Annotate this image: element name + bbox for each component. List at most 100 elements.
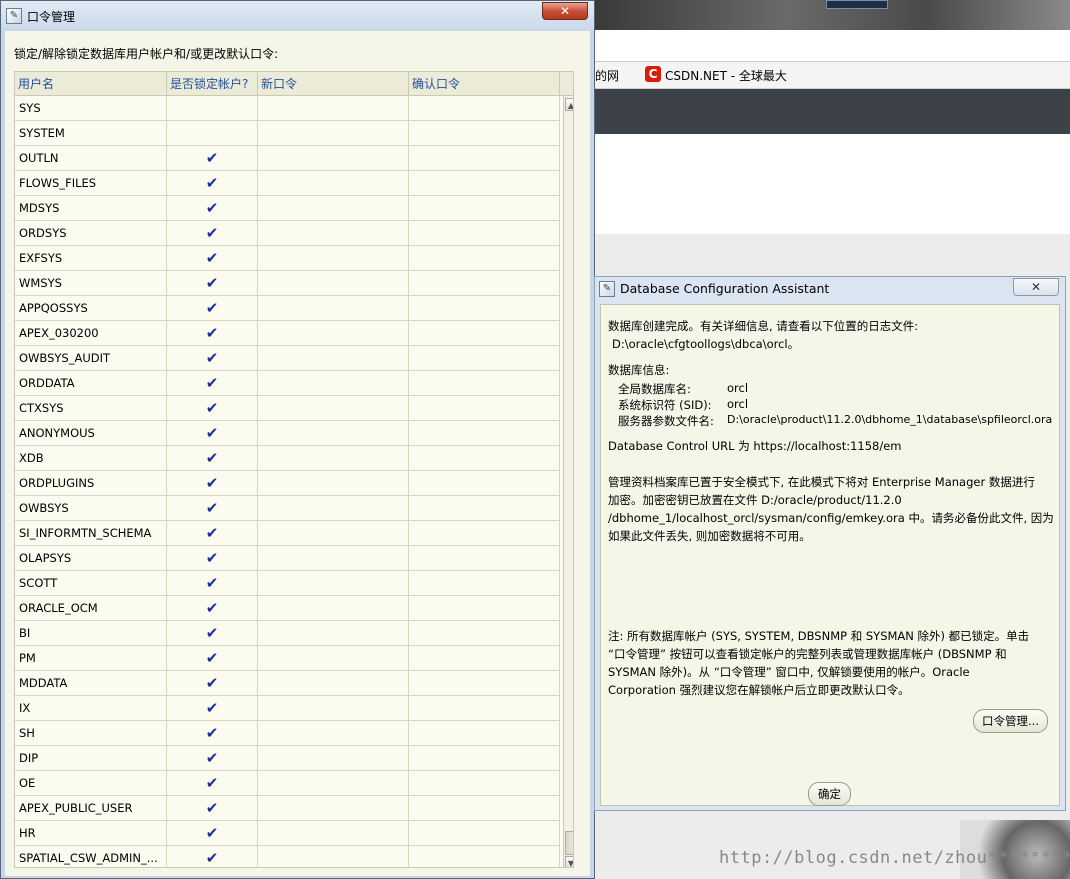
new-password-field[interactable] (258, 146, 409, 170)
lock-checkbox[interactable]: ✔ (167, 396, 258, 420)
table-row[interactable]: WMSYS ✔ (15, 271, 560, 296)
table-row[interactable]: APEX_030200 ✔ (15, 321, 560, 346)
lock-checkbox[interactable]: ✔ (167, 346, 258, 370)
confirm-password-field[interactable] (409, 346, 560, 370)
lock-checkbox[interactable]: ✔ (167, 196, 258, 220)
lock-checkbox[interactable]: ✔ (167, 221, 258, 245)
lock-checkbox[interactable]: ✔ (167, 721, 258, 745)
new-password-field[interactable] (258, 621, 409, 645)
table-row[interactable]: OUTLN ✔ (15, 146, 560, 171)
scroll-up-arrow-icon[interactable]: ▲ (565, 98, 573, 111)
table-row[interactable]: SYSTEM (15, 121, 560, 146)
confirm-password-field[interactable] (409, 821, 560, 845)
lock-checkbox[interactable]: ✔ (167, 546, 258, 570)
new-password-field[interactable] (258, 371, 409, 395)
table-row[interactable]: SH ✔ (15, 721, 560, 746)
lock-checkbox[interactable]: ✔ (167, 371, 258, 395)
confirm-password-field[interactable] (409, 271, 560, 295)
lock-checkbox[interactable]: ✔ (167, 521, 258, 545)
new-password-field[interactable] (258, 246, 409, 270)
table-row[interactable]: BI ✔ (15, 621, 560, 646)
confirm-password-field[interactable] (409, 371, 560, 395)
new-password-field[interactable] (258, 471, 409, 495)
lock-checkbox[interactable]: ✔ (167, 771, 258, 795)
column-header-locked[interactable]: 是否锁定帐户? (167, 72, 258, 96)
lock-checkbox[interactable]: ✔ (167, 471, 258, 495)
lock-checkbox[interactable] (167, 96, 258, 120)
confirm-password-field[interactable] (409, 146, 560, 170)
confirm-password-field[interactable] (409, 721, 560, 745)
new-password-field[interactable] (258, 596, 409, 620)
lock-checkbox[interactable]: ✔ (167, 496, 258, 520)
new-password-field[interactable] (258, 421, 409, 445)
confirm-password-field[interactable] (409, 796, 560, 820)
table-row[interactable]: APEX_PUBLIC_USER ✔ (15, 796, 560, 821)
title-bar[interactable]: ✎ 口令管理 ✕ (1, 1, 594, 31)
new-password-field[interactable] (258, 696, 409, 720)
lock-checkbox[interactable]: ✔ (167, 671, 258, 695)
table-row[interactable]: ORDDATA ✔ (15, 371, 560, 396)
column-header-new-password[interactable]: 新口令 (258, 72, 409, 96)
confirm-password-field[interactable] (409, 246, 560, 270)
confirm-password-field[interactable] (409, 121, 560, 145)
new-password-field[interactable] (258, 771, 409, 795)
table-row[interactable]: EXFSYS ✔ (15, 246, 560, 271)
vertical-scrollbar[interactable]: ▲ ▼ (563, 96, 573, 867)
password-management-button[interactable]: 口令管理... (973, 709, 1048, 733)
table-row[interactable]: ANONYMOUS ✔ (15, 421, 560, 446)
table-row[interactable]: CTXSYS ✔ (15, 396, 560, 421)
new-password-field[interactable] (258, 821, 409, 845)
lock-checkbox[interactable]: ✔ (167, 321, 258, 345)
new-password-field[interactable] (258, 121, 409, 145)
new-password-field[interactable] (258, 671, 409, 695)
confirm-password-field[interactable] (409, 671, 560, 695)
table-row[interactable]: OE ✔ (15, 771, 560, 796)
confirm-password-field[interactable] (409, 521, 560, 545)
lock-checkbox[interactable] (167, 121, 258, 145)
new-password-field[interactable] (258, 196, 409, 220)
table-row[interactable]: PM ✔ (15, 646, 560, 671)
ok-button[interactable]: 确定 (808, 782, 851, 806)
table-row[interactable]: IX ✔ (15, 696, 560, 721)
confirm-password-field[interactable] (409, 546, 560, 570)
lock-checkbox[interactable]: ✔ (167, 421, 258, 445)
confirm-password-field[interactable] (409, 571, 560, 595)
scrollbar-thumb[interactable] (565, 831, 573, 855)
table-row[interactable]: ORDPLUGINS ✔ (15, 471, 560, 496)
confirm-password-field[interactable] (409, 496, 560, 520)
new-password-field[interactable] (258, 521, 409, 545)
confirm-password-field[interactable] (409, 646, 560, 670)
new-password-field[interactable] (258, 296, 409, 320)
table-row[interactable]: APPQOSSYS ✔ (15, 296, 560, 321)
lock-checkbox[interactable]: ✔ (167, 571, 258, 595)
confirm-password-field[interactable] (409, 221, 560, 245)
confirm-password-field[interactable] (409, 196, 560, 220)
confirm-password-field[interactable] (409, 396, 560, 420)
confirm-password-field[interactable] (409, 96, 560, 120)
table-row[interactable]: MDDATA ✔ (15, 671, 560, 696)
confirm-password-field[interactable] (409, 771, 560, 795)
new-password-field[interactable] (258, 446, 409, 470)
new-password-field[interactable] (258, 271, 409, 295)
column-header-confirm-password[interactable]: 确认口令 (409, 72, 560, 96)
confirm-password-field[interactable] (409, 596, 560, 620)
new-password-field[interactable] (258, 221, 409, 245)
lock-checkbox[interactable]: ✔ (167, 821, 258, 845)
new-password-field[interactable] (258, 846, 409, 867)
confirm-password-field[interactable] (409, 746, 560, 770)
new-password-field[interactable] (258, 496, 409, 520)
new-password-field[interactable] (258, 346, 409, 370)
lock-checkbox[interactable]: ✔ (167, 171, 258, 195)
confirm-password-field[interactable] (409, 471, 560, 495)
table-row[interactable]: ORACLE_OCM ✔ (15, 596, 560, 621)
close-button[interactable]: ✕ (1013, 278, 1059, 296)
new-password-field[interactable] (258, 96, 409, 120)
lock-checkbox[interactable]: ✔ (167, 146, 258, 170)
column-header-username[interactable]: 用户名 (15, 72, 167, 96)
table-row[interactable]: XDB ✔ (15, 446, 560, 471)
table-row[interactable]: SPATIAL_CSW_ADMIN_... ✔ (15, 846, 560, 867)
lock-checkbox[interactable]: ✔ (167, 246, 258, 270)
table-row[interactable]: DIP ✔ (15, 746, 560, 771)
lock-checkbox[interactable]: ✔ (167, 271, 258, 295)
lock-checkbox[interactable]: ✔ (167, 596, 258, 620)
